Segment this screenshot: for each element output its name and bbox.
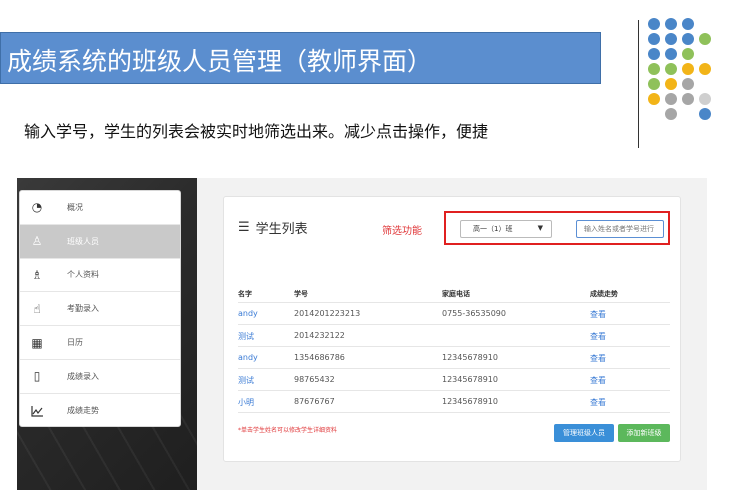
decor-dot	[665, 93, 677, 105]
sidebar-item-label: 概况	[67, 202, 83, 212]
panel-title: ☰ 学生列表	[238, 218, 308, 237]
decor-dot	[648, 93, 660, 105]
view-trend-link[interactable]: 查看	[590, 397, 606, 408]
decor-dots	[648, 18, 720, 130]
sidebar-item-attendance[interactable]: ☝ 考勤录入	[20, 292, 180, 327]
decor-dot	[682, 78, 694, 90]
sidebar-item-overview[interactable]: ◔ 概况	[20, 191, 180, 225]
decor-dot	[648, 18, 660, 30]
decor-dot	[699, 93, 711, 105]
student-id: 1354686786	[294, 353, 345, 362]
sidebar-background: ◔ 概况 ♙ 班级人员 ♗ 个人资料 ☝ 考勤录入 ▦ 日历 ▯ 成绩录入 成绩…	[17, 178, 197, 490]
student-phone: 12345678910	[442, 353, 498, 362]
file-icon: ▯	[33, 369, 41, 384]
users-icon: ♗	[31, 267, 43, 282]
panel-title-text: 学生列表	[255, 222, 308, 237]
hand-pointer-icon: ☝	[33, 301, 41, 316]
student-list-panel: ☰ 学生列表 筛选功能 高一（1）班 ▼ 输入姓名或者学号进行 名字 学号 家庭…	[223, 196, 681, 462]
table-header: 名字 学号 家庭电话 成绩走势	[238, 283, 670, 303]
decor-dot	[648, 78, 660, 90]
decor-dot	[665, 78, 677, 90]
manage-class-members-button[interactable]: 管理班级人员	[554, 424, 614, 442]
sidebar-item-label: 成绩录入	[67, 371, 99, 381]
decor-dot	[699, 63, 711, 75]
sidebar-item-label: 班级人员	[67, 236, 99, 246]
view-trend-link[interactable]: 查看	[590, 353, 606, 364]
decor-dot	[699, 108, 711, 120]
sidebar-item-grade-trend[interactable]: 成绩走势	[20, 394, 180, 426]
decor-dot	[665, 18, 677, 30]
decor-dot	[648, 48, 660, 60]
decor-divider	[638, 20, 639, 148]
student-name-link[interactable]: andy	[238, 353, 258, 362]
student-id: 2014201223213	[294, 309, 361, 318]
decor-dot	[682, 63, 694, 75]
student-phone: 12345678910	[442, 375, 498, 384]
table-row: 测试 98765432 12345678910 查看	[238, 369, 670, 391]
student-id: 98765432	[294, 375, 335, 384]
view-trend-link[interactable]: 查看	[590, 331, 606, 342]
caret-down-icon: ▼	[537, 224, 543, 232]
student-name-link[interactable]: 小明	[238, 397, 254, 408]
slide-title: 成绩系统的班级人员管理（教师界面）	[7, 47, 433, 76]
dashboard-icon: ◔	[31, 200, 43, 215]
column-header: 家庭电话	[442, 290, 470, 298]
student-name-link[interactable]: andy	[238, 309, 258, 318]
list-icon: ☰	[238, 220, 250, 235]
class-select-value: 高一（1）班	[473, 225, 513, 233]
sidebar-item-label: 日历	[67, 338, 83, 348]
decor-dot	[665, 63, 677, 75]
student-id: 87676767	[294, 397, 335, 406]
view-trend-link[interactable]: 查看	[590, 309, 606, 320]
sidebar-item-label: 个人资料	[67, 270, 99, 280]
filter-label: 筛选功能	[382, 226, 422, 237]
table-row: 小明 87676767 12345678910 查看	[238, 391, 670, 413]
student-phone: 0755-36535090	[442, 309, 506, 318]
class-select[interactable]: 高一（1）班 ▼	[460, 220, 552, 238]
slide-description: 输入学号，学生的列表会被实时地筛选出来。减少点击操作，便捷	[24, 122, 489, 141]
sidebar-menu: ◔ 概况 ♙ 班级人员 ♗ 个人资料 ☝ 考勤录入 ▦ 日历 ▯ 成绩录入 成绩…	[19, 190, 181, 427]
sidebar-item-calendar[interactable]: ▦ 日历	[20, 326, 180, 360]
decor-dot	[682, 18, 694, 30]
app-screenshot: ◔ 概况 ♙ 班级人员 ♗ 个人资料 ☝ 考勤录入 ▦ 日历 ▯ 成绩录入 成绩…	[17, 178, 707, 490]
student-name-link[interactable]: 测试	[238, 331, 254, 342]
sidebar-item-label: 考勤录入	[67, 304, 99, 314]
view-trend-link[interactable]: 查看	[590, 375, 606, 386]
decor-dot	[682, 48, 694, 60]
student-table: 名字 学号 家庭电话 成绩走势 andy 2014201223213 0755-…	[238, 283, 670, 413]
sidebar-item-profile[interactable]: ♗ 个人资料	[20, 259, 180, 293]
table-row: andy 1354686786 12345678910 查看	[238, 347, 670, 369]
column-header: 成绩走势	[590, 290, 618, 298]
column-header: 学号	[294, 290, 308, 298]
user-icon: ♙	[31, 234, 43, 249]
slide-title-bar: 成绩系统的班级人员管理（教师界面）	[0, 32, 601, 84]
decor-dot	[699, 33, 711, 45]
student-id: 2014232122	[294, 331, 345, 340]
student-name-link[interactable]: 测试	[238, 375, 254, 386]
edit-hint-note: *单击学生姓名可以修改学生详细资料	[238, 427, 338, 434]
search-input[interactable]: 输入姓名或者学号进行	[576, 220, 664, 238]
decor-dot	[665, 108, 677, 120]
sidebar-item-label: 成绩走势	[67, 406, 99, 416]
decor-dot	[665, 33, 677, 45]
calendar-icon: ▦	[31, 335, 43, 350]
decor-dot	[648, 33, 660, 45]
line-chart-icon	[30, 404, 44, 418]
add-class-button[interactable]: 添加新班级	[618, 424, 670, 442]
student-phone: 12345678910	[442, 397, 498, 406]
decor-dot	[682, 93, 694, 105]
decor-dot	[682, 33, 694, 45]
sidebar-item-class-members[interactable]: ♙ 班级人员	[20, 224, 180, 259]
column-header: 名字	[238, 290, 252, 298]
filter-highlight-box: 高一（1）班 ▼ 输入姓名或者学号进行	[444, 211, 670, 245]
table-row: andy 2014201223213 0755-36535090 查看	[238, 303, 670, 325]
sidebar-item-grade-entry[interactable]: ▯ 成绩录入	[20, 360, 180, 394]
decor-dot	[665, 48, 677, 60]
decor-dot	[648, 63, 660, 75]
table-row: 测试 2014232122 查看	[238, 325, 670, 347]
